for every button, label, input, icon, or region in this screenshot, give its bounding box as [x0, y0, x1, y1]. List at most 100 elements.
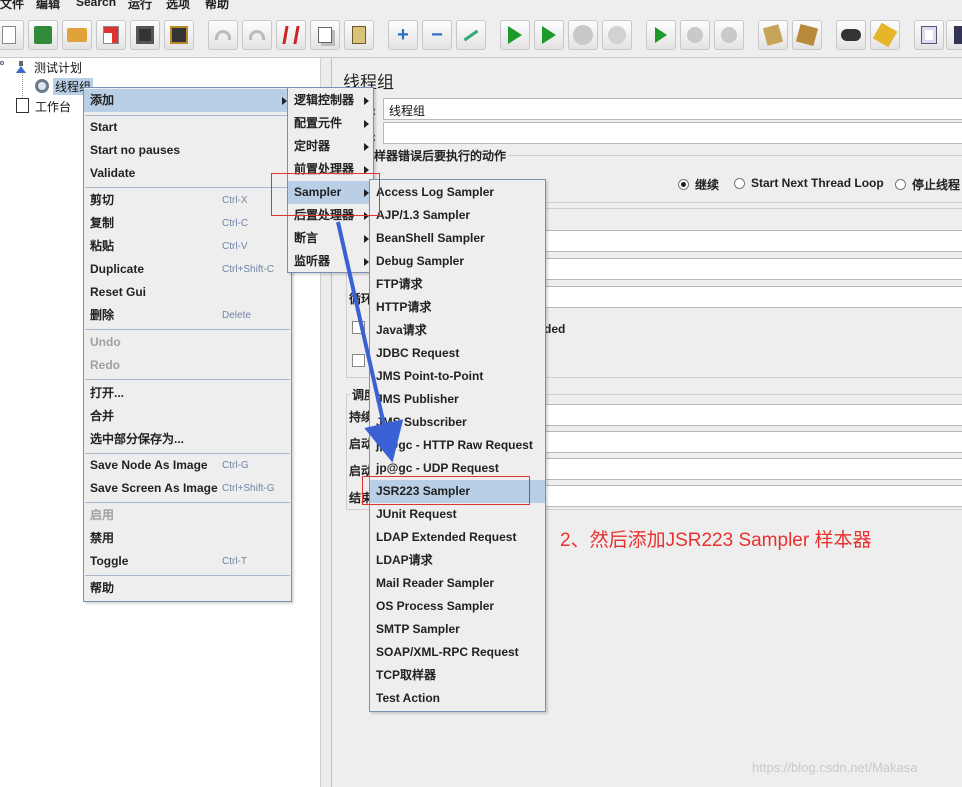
start-no-pause-icon[interactable]	[534, 20, 564, 50]
menu-item-undo: Undo	[84, 331, 291, 354]
submenu-item-listener[interactable]: 监听器	[288, 250, 373, 273]
sampler-item[interactable]: JDBC Request	[370, 342, 545, 365]
startup-delay-field[interactable]	[542, 431, 962, 453]
collapse-icon[interactable]: −	[422, 20, 452, 50]
menu-run[interactable]: 运行	[128, 0, 152, 12]
menu-options[interactable]: 选项	[166, 0, 190, 12]
menu-item-save-node-image[interactable]: Save Node As Image Ctrl-G	[84, 454, 291, 477]
toggle-icon[interactable]	[456, 20, 486, 50]
menu-item-save-screen-image[interactable]: Save Screen As Image Ctrl+Shift-G	[84, 477, 291, 500]
expand-icon[interactable]: +	[388, 20, 418, 50]
sampler-item[interactable]: LDAP请求	[370, 549, 545, 572]
menu-item-toggle[interactable]: Toggle Ctrl-T	[84, 550, 291, 573]
sampler-item[interactable]: Debug Sampler	[370, 250, 545, 273]
submenu-item-timer[interactable]: 定时器	[288, 135, 373, 158]
sampler-item[interactable]: TCP取样器	[370, 664, 545, 687]
sampler-item[interactable]: JMS Subscriber	[370, 411, 545, 434]
scheduler-checkbox[interactable]	[352, 354, 365, 367]
sampler-item[interactable]: Mail Reader Sampler	[370, 572, 545, 595]
menu-item-merge[interactable]: 合并	[84, 405, 291, 428]
submenu-item-config-element[interactable]: 配置元件	[288, 112, 373, 135]
remote-shutdown-icon[interactable]	[714, 20, 744, 50]
radio-start-next-loop[interactable]: Start Next Thread Loop	[734, 176, 884, 190]
menu-file[interactable]: 文件	[0, 0, 24, 12]
menu-item-reset-gui[interactable]: Reset Gui	[84, 281, 291, 304]
sampler-item[interactable]: JMS Point-to-Point	[370, 365, 545, 388]
shutdown-icon[interactable]	[602, 20, 632, 50]
menu-item-add[interactable]: 添加	[84, 89, 291, 112]
sampler-item[interactable]: OS Process Sampler	[370, 595, 545, 618]
radio-continue[interactable]: 继续	[678, 176, 719, 193]
end-time-field[interactable]	[542, 485, 962, 507]
name-field[interactable]: 线程组	[383, 98, 962, 120]
menu-item-open[interactable]: 打开...	[84, 382, 291, 405]
help-icon[interactable]	[946, 20, 962, 50]
clear-icon[interactable]	[758, 20, 788, 50]
menu-item-start-no-pauses[interactable]: Start no pauses	[84, 139, 291, 162]
undo-icon[interactable]	[208, 20, 238, 50]
loop-count-field[interactable]	[542, 286, 962, 308]
new-icon[interactable]	[0, 20, 24, 50]
save-as-icon[interactable]	[164, 20, 194, 50]
submenu-item-assertion[interactable]: 断言	[288, 227, 373, 250]
sampler-item[interactable]: Access Log Sampler	[370, 181, 545, 204]
close-icon[interactable]	[96, 20, 126, 50]
sampler-item[interactable]: Test Action	[370, 687, 545, 710]
sampler-item[interactable]: jp@gc - HTTP Raw Request	[370, 434, 545, 457]
paste-icon[interactable]	[344, 20, 374, 50]
start-icon[interactable]	[500, 20, 530, 50]
cut-icon[interactable]	[276, 20, 306, 50]
remote-stop-icon[interactable]	[680, 20, 710, 50]
templates-icon[interactable]	[28, 20, 58, 50]
menu-item-save-selection-as[interactable]: 选中部分保存为...	[84, 428, 291, 451]
tree-handle-icon[interactable]	[0, 61, 4, 65]
sampler-item[interactable]: JMS Publisher	[370, 388, 545, 411]
save-icon[interactable]	[130, 20, 160, 50]
sampler-item[interactable]: BeanShell Sampler	[370, 227, 545, 250]
sampler-item[interactable]: SMTP Sampler	[370, 618, 545, 641]
reset-search-icon[interactable]	[870, 20, 900, 50]
menu-item-disable[interactable]: 禁用	[84, 527, 291, 550]
sampler-item[interactable]: Java请求	[370, 319, 545, 342]
menu-search[interactable]: Search	[76, 0, 116, 9]
menu-item-label: Java请求	[376, 323, 427, 337]
sampler-item[interactable]: HTTP请求	[370, 296, 545, 319]
menu-help[interactable]: 帮助	[205, 0, 229, 12]
menu-item-help[interactable]: 帮助	[84, 577, 291, 600]
clear-all-icon[interactable]	[792, 20, 822, 50]
radio-stop-thread[interactable]: 停止线程	[895, 176, 960, 193]
submenu-item-logic-controller[interactable]: 逻辑控制器	[288, 89, 373, 112]
menu-item-label: SMTP Sampler	[376, 622, 460, 636]
comment-field[interactable]	[383, 122, 962, 144]
menu-item-label: 添加	[90, 93, 115, 107]
menu-item-cut[interactable]: 剪切 Ctrl-X	[84, 189, 291, 212]
remote-start-icon[interactable]	[646, 20, 676, 50]
menu-item-delete[interactable]: 删除 Delete	[84, 304, 291, 327]
sampler-item[interactable]: LDAP Extended Request	[370, 526, 545, 549]
tree-node-workbench[interactable]: 工作台	[35, 98, 71, 115]
menu-item-duplicate[interactable]: Duplicate Ctrl+Shift-C	[84, 258, 291, 281]
menu-item-paste[interactable]: 粘贴 Ctrl-V	[84, 235, 291, 258]
sampler-item[interactable]: JUnit Request	[370, 503, 545, 526]
search-icon[interactable]	[836, 20, 866, 50]
sampler-item[interactable]: SOAP/XML-RPC Request	[370, 641, 545, 664]
threads-field[interactable]	[542, 230, 962, 252]
function-helper-icon[interactable]	[914, 20, 944, 50]
tree-node-test-plan[interactable]: 测试计划	[34, 59, 82, 76]
redo-icon[interactable]	[242, 20, 272, 50]
menu-item-shortcut: Ctrl-T	[222, 556, 247, 567]
start-time-field[interactable]	[542, 458, 962, 480]
sampler-item[interactable]: AJP/1.3 Sampler	[370, 204, 545, 227]
copy-icon[interactable]	[310, 20, 340, 50]
delay-thread-checkbox[interactable]	[352, 321, 365, 334]
menu-item-validate[interactable]: Validate	[84, 162, 291, 185]
ramp-up-field[interactable]	[542, 258, 962, 280]
sampler-item[interactable]: FTP请求	[370, 273, 545, 296]
stop-icon[interactable]	[568, 20, 598, 50]
duration-field[interactable]	[542, 404, 962, 426]
menu-item-start[interactable]: Start	[84, 116, 291, 139]
open-icon[interactable]	[62, 20, 92, 50]
menu-item-copy[interactable]: 复制 Ctrl-C	[84, 212, 291, 235]
menu-edit[interactable]: 编辑	[36, 0, 60, 12]
menu-item-label: 复制	[90, 216, 115, 230]
